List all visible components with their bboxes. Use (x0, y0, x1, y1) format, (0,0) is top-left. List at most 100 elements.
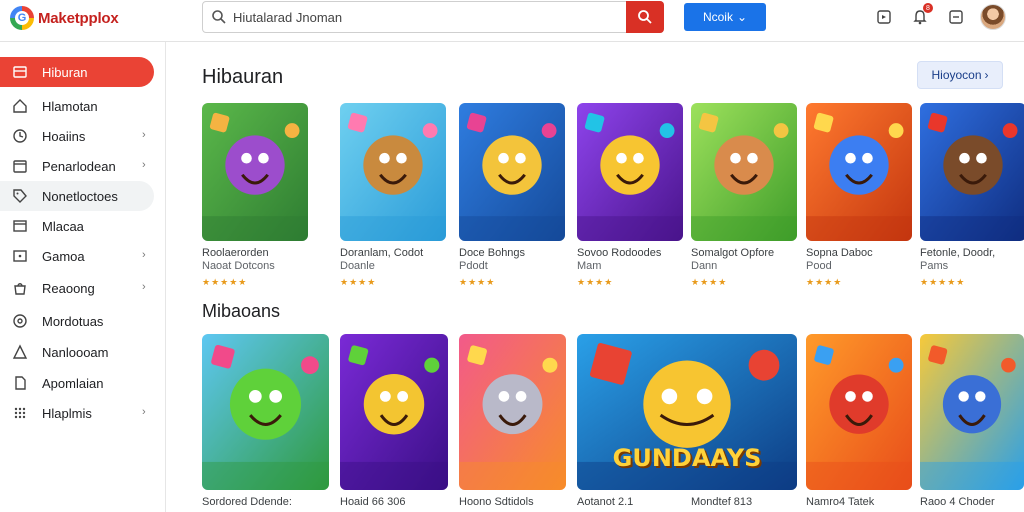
app-thumbnail[interactable] (806, 334, 912, 490)
app-card[interactable]: Raoo 4 Choder (920, 334, 1024, 509)
app-name: Maketpplox (38, 9, 119, 27)
sidebar-item[interactable]: Hlamotan (0, 91, 154, 121)
app-thumbnail[interactable] (340, 103, 446, 241)
search-input[interactable] (233, 7, 623, 27)
app-logo[interactable]: G Maketpplox (10, 6, 119, 30)
grid-icon (14, 407, 26, 419)
app-thumbnail[interactable] (577, 103, 683, 241)
app-thumbnail[interactable] (806, 103, 912, 241)
app-title: Roolaerorden (202, 247, 269, 259)
app-card[interactable]: Roolaerorden Naoat Dotcons ★★★★★ (202, 103, 308, 288)
store-icon (13, 66, 27, 78)
rating-stars: ★★★★★ (920, 277, 966, 287)
section-title-2: Mibaoans (202, 301, 281, 321)
app-card[interactable]: Mondtef 813 (691, 334, 781, 509)
search-icon (638, 10, 652, 24)
section-title: Hibauran (202, 66, 284, 88)
app-thumbnail[interactable] (920, 334, 1024, 490)
sidebar-item-label: Hlamotan (42, 99, 98, 114)
sidebar-item-label: Hoaiins (42, 129, 86, 144)
sidebar-item-label: Nanloooam (42, 345, 109, 360)
chevron-down-icon: ⌄ (736, 10, 748, 24)
sidebar-item-label: Penarlodean (42, 159, 116, 174)
sidebar-item[interactable]: Mlacaa (0, 211, 154, 241)
main-content: Hibauran Hioyocon › Roolaerorden Naoat Do… (167, 42, 1024, 512)
sidebar-item-label: Mordotuas (42, 314, 104, 329)
search-bar (202, 1, 664, 33)
app-thumbnail[interactable] (202, 334, 329, 490)
notification-badge: 8 (923, 3, 933, 13)
app-card[interactable]: Namro4 Tatek (806, 334, 912, 509)
chevron-right-icon: › (142, 406, 146, 418)
chevron-down-icon: › (984, 68, 989, 82)
sidebar-item-label: Reaoong (42, 281, 95, 296)
rating-stars: ★★★★ (459, 277, 496, 287)
top-bar: G Maketpplox Ncoik ⌄ 8 (0, 0, 1024, 42)
sidebar-item-label: Hiburan (42, 65, 88, 80)
sidebar-item[interactable]: Hiburan (0, 57, 154, 87)
app-title: Hoono Sdtidols (459, 496, 534, 508)
app-subtitle: Mam (577, 260, 602, 272)
sort-button-label: Hioyocon (931, 68, 982, 82)
app-card[interactable]: Somalgot Opfore Dann ★★★★ (691, 103, 797, 288)
app-thumbnail[interactable] (691, 103, 797, 241)
cast-icon[interactable] (874, 7, 894, 27)
app-card[interactable]: Doce Bohngs Pdodt ★★★★ (459, 103, 565, 288)
sidebar-item[interactable]: Gamoa › (0, 241, 154, 271)
sidebar-item[interactable]: Reaoong › (0, 273, 154, 303)
home-icon (13, 99, 27, 113)
chevron-right-icon: › (142, 281, 146, 293)
app-thumbnail[interactable] (459, 103, 565, 241)
app-card[interactable]: Hoono Sdtidols (459, 334, 566, 509)
app-subtitle: Pood (806, 260, 832, 272)
sort-dropdown-button[interactable]: Hioyocon › (917, 61, 1003, 89)
mode-dropdown-button[interactable]: Ncoik ⌄ (684, 3, 766, 31)
app-title: Doranlam, Codot (340, 247, 424, 259)
app-thumbnail[interactable] (340, 334, 448, 490)
app-card[interactable]: Hoaid 66 306 (340, 334, 448, 509)
app-title: Mondtef 813 (691, 496, 753, 508)
rating-stars: ★★★★ (577, 277, 614, 287)
window-icon (13, 220, 27, 232)
app-title: Raoo 4 Choder (920, 496, 995, 508)
app-thumbnail[interactable] (202, 103, 308, 241)
app-card[interactable]: Sopna Daboc Pood ★★★★ (806, 103, 912, 288)
avatar[interactable] (980, 4, 1006, 30)
sidebar-item-label: Mlacaa (42, 219, 84, 234)
bell-icon[interactable]: 8 (910, 3, 933, 27)
logo-icon: G (10, 6, 34, 30)
circle-icon (13, 314, 27, 328)
app-card[interactable]: Sordored Ddende: (202, 334, 329, 509)
sidebar-item[interactable]: Nonetloctoes (0, 181, 154, 211)
app-thumbnail[interactable] (920, 103, 1024, 241)
rating-stars: ★★★★★ (202, 277, 248, 287)
sidebar-item[interactable]: Nanloooam (0, 337, 154, 367)
search-button[interactable] (626, 1, 664, 33)
app-subtitle: Pdodt (459, 260, 488, 272)
app-title: Doce Bohngs (459, 247, 526, 259)
app-card[interactable]: Fetonle, Doodr, Pams ★★★★★ (920, 103, 1024, 288)
sidebar-item[interactable]: Hoaiins › (0, 121, 154, 151)
sidebar-item[interactable]: Penarlodean › (0, 151, 154, 181)
app-card[interactable]: Sovoo Rodoodes Mam ★★★★ (577, 103, 683, 288)
gamepad-icon (13, 250, 27, 262)
app-thumbnail[interactable] (459, 334, 566, 490)
rating-stars: ★★★★ (691, 277, 728, 287)
document-icon (15, 376, 26, 390)
rating-stars: ★★★★ (806, 277, 843, 287)
rating-stars: ★★★★ (340, 277, 377, 287)
app-subtitle: Naoat Dotcons (202, 260, 275, 272)
app-title: Somalgot Opfore (691, 247, 775, 259)
app-title: Sordored Ddende: (202, 496, 292, 508)
app-title: Sopna Daboc (806, 247, 873, 259)
app-title: Namro4 Tatek (806, 496, 875, 508)
calendar-icon (13, 160, 27, 173)
mode-button-label: Ncoik (702, 10, 733, 24)
apps-icon[interactable] (946, 7, 966, 27)
sidebar-item[interactable]: Mordotuas (0, 306, 154, 336)
sidebar-item[interactable]: Apomlaian (0, 368, 154, 398)
sidebar-item[interactable]: Hlaplmis › (0, 398, 154, 428)
clock-icon (13, 129, 27, 143)
app-card[interactable]: Doranlam, Codot Doanle ★★★★ (340, 103, 446, 288)
sidebar-item-label: Apomlaian (42, 376, 104, 391)
